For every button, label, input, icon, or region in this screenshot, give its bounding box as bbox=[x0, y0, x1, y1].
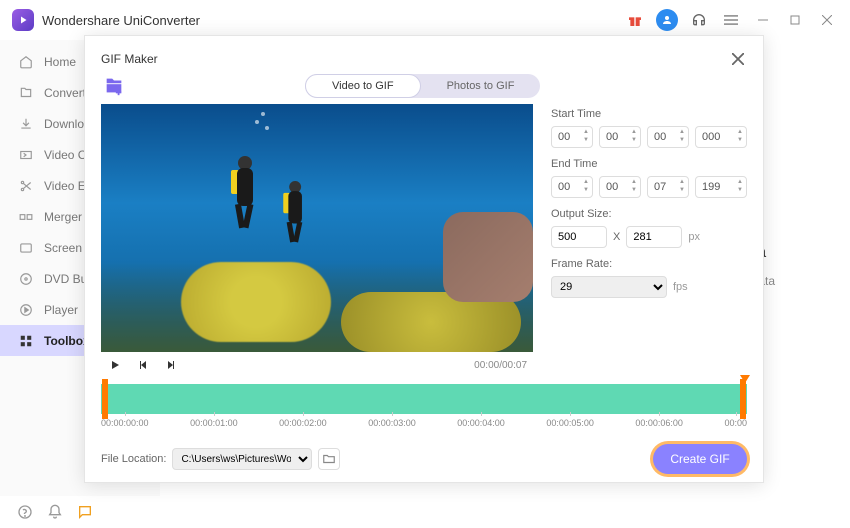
timeline-track[interactable] bbox=[101, 384, 747, 414]
spin-down-icon[interactable]: ▼ bbox=[737, 136, 745, 144]
spin-up-icon[interactable]: ▲ bbox=[583, 178, 591, 186]
sidebar-item-label: Home bbox=[44, 55, 76, 69]
tick-label: 00:00:04:00 bbox=[457, 418, 505, 434]
video-preview[interactable] bbox=[101, 104, 533, 352]
spin-up-icon[interactable]: ▲ bbox=[679, 178, 687, 186]
compress-icon bbox=[18, 147, 34, 163]
play-icon bbox=[18, 302, 34, 318]
open-folder-button[interactable] bbox=[318, 448, 340, 470]
tab-video-to-gif[interactable]: Video to GIF bbox=[305, 74, 421, 98]
frame-rate-select[interactable]: 29 bbox=[551, 276, 667, 298]
timeline-ticks: 00:00:00:00 00:00:01:00 00:00:02:00 00:0… bbox=[101, 414, 747, 434]
sidebar-item-label: Player bbox=[44, 303, 78, 317]
add-file-icon[interactable] bbox=[103, 75, 125, 97]
spin-down-icon[interactable]: ▼ bbox=[631, 136, 639, 144]
gif-maker-modal: GIF Maker Video to GIF Photos to GIF bbox=[84, 35, 764, 483]
toolbox-icon bbox=[18, 333, 34, 349]
tick-label: 00:00:03:00 bbox=[368, 418, 416, 434]
headset-icon[interactable] bbox=[688, 9, 710, 31]
tab-photos-to-gif[interactable]: Photos to GIF bbox=[421, 74, 541, 98]
timeline-start-handle[interactable] bbox=[102, 379, 108, 419]
timeline-end-handle[interactable] bbox=[740, 379, 746, 419]
menu-icon[interactable] bbox=[720, 9, 742, 31]
spin-up-icon[interactable]: ▲ bbox=[631, 128, 639, 136]
start-time-label: Start Time bbox=[551, 108, 747, 120]
app-title: Wondershare UniConverter bbox=[42, 13, 200, 28]
footer bbox=[0, 496, 850, 528]
sidebar-item-label: Merger bbox=[44, 210, 82, 224]
spin-down-icon[interactable]: ▼ bbox=[583, 186, 591, 194]
mode-tabs: Video to GIF Photos to GIF bbox=[305, 74, 540, 98]
spin-up-icon[interactable]: ▲ bbox=[583, 128, 591, 136]
spin-up-icon[interactable]: ▲ bbox=[631, 178, 639, 186]
sidebar-item-label: Toolbox bbox=[44, 334, 90, 348]
scissors-icon bbox=[18, 178, 34, 194]
spin-down-icon[interactable]: ▼ bbox=[737, 186, 745, 194]
size-separator: X bbox=[613, 231, 620, 243]
timecode-display: 00:00/00:07 bbox=[474, 360, 527, 371]
tick-label: 00:00:06:00 bbox=[635, 418, 683, 434]
width-input[interactable] bbox=[551, 226, 607, 248]
modal-close-icon[interactable] bbox=[729, 50, 747, 68]
spin-down-icon[interactable]: ▼ bbox=[679, 186, 687, 194]
next-frame-button[interactable] bbox=[163, 357, 179, 373]
titlebar: Wondershare UniConverter bbox=[0, 0, 850, 40]
spin-down-icon[interactable]: ▼ bbox=[583, 136, 591, 144]
tick-label: 00:00 bbox=[724, 418, 747, 434]
gift-icon[interactable] bbox=[624, 9, 646, 31]
tick-label: 00:00:05:00 bbox=[546, 418, 594, 434]
app-logo bbox=[12, 9, 34, 31]
output-size-label: Output Size: bbox=[551, 208, 747, 220]
feedback-icon[interactable] bbox=[76, 503, 94, 521]
end-time-label: End Time bbox=[551, 158, 747, 170]
tick-label: 00:00:00:00 bbox=[101, 418, 149, 434]
prev-frame-button[interactable] bbox=[135, 357, 151, 373]
recorder-icon bbox=[18, 240, 34, 256]
height-input[interactable] bbox=[626, 226, 682, 248]
fps-label: fps bbox=[673, 281, 688, 293]
spin-up-icon[interactable]: ▲ bbox=[737, 128, 745, 136]
spin-down-icon[interactable]: ▼ bbox=[631, 186, 639, 194]
close-button[interactable] bbox=[816, 9, 838, 31]
spin-down-icon[interactable]: ▼ bbox=[679, 136, 687, 144]
disc-icon bbox=[18, 271, 34, 287]
play-button[interactable] bbox=[107, 357, 123, 373]
maximize-button[interactable] bbox=[784, 9, 806, 31]
download-icon bbox=[18, 116, 34, 132]
merge-icon bbox=[18, 209, 34, 225]
tick-label: 00:00:02:00 bbox=[279, 418, 327, 434]
file-location-select[interactable]: C:\Users\ws\Pictures\Wonders bbox=[172, 448, 312, 470]
help-icon[interactable] bbox=[16, 503, 34, 521]
spin-up-icon[interactable]: ▲ bbox=[679, 128, 687, 136]
timeline-playhead[interactable] bbox=[740, 375, 750, 383]
spin-up-icon[interactable]: ▲ bbox=[737, 178, 745, 186]
modal-title: GIF Maker bbox=[101, 52, 158, 66]
px-label: px bbox=[688, 231, 700, 243]
minimize-button[interactable] bbox=[752, 9, 774, 31]
converter-icon bbox=[18, 85, 34, 101]
home-icon bbox=[18, 54, 34, 70]
frame-rate-label: Frame Rate: bbox=[551, 258, 747, 270]
file-location-label: File Location: bbox=[101, 453, 166, 465]
bell-icon[interactable] bbox=[46, 503, 64, 521]
tick-label: 00:00:01:00 bbox=[190, 418, 238, 434]
account-avatar[interactable] bbox=[656, 9, 678, 31]
create-gif-button[interactable]: Create GIF bbox=[653, 444, 747, 474]
